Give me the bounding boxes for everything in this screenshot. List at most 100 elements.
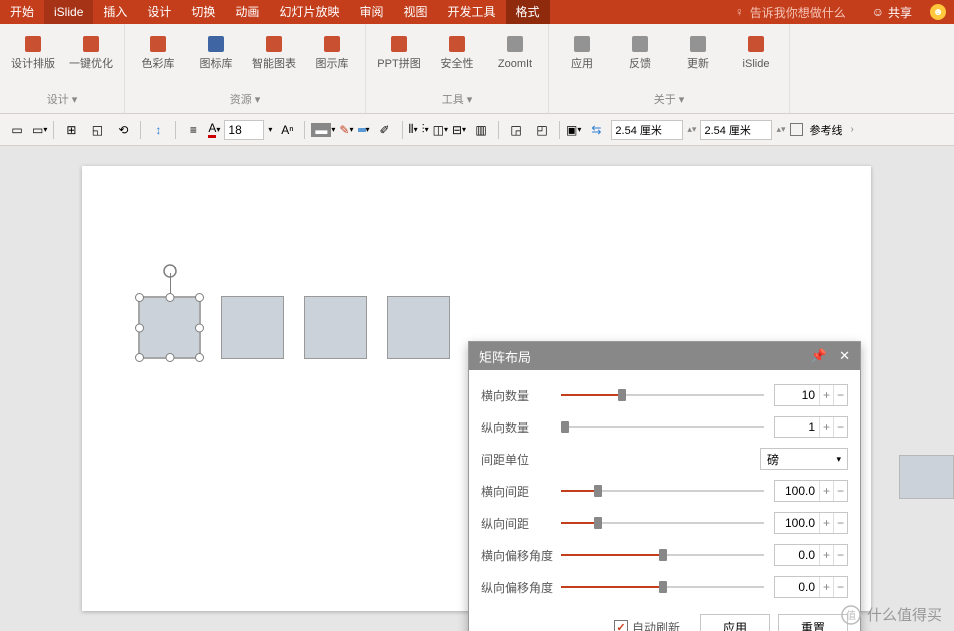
slider[interactable] [561, 387, 764, 403]
close-icon[interactable]: ✕ [839, 348, 850, 364]
arrange-icon[interactable]: ⊞ [60, 119, 82, 141]
flip-icon[interactable]: ⇆ [585, 119, 607, 141]
resize-handle-ne[interactable] [195, 293, 204, 302]
slider[interactable] [561, 547, 764, 563]
step-up-icon[interactable]: + [819, 513, 833, 533]
clear-format-icon[interactable]: Aⁿ [276, 119, 298, 141]
apply-button[interactable]: 应用 [700, 614, 770, 631]
layout-dropdown[interactable]: ▭▾ [32, 123, 47, 137]
step-up-icon[interactable]: + [819, 577, 833, 597]
unit-select[interactable]: 磅▾ [760, 448, 848, 470]
tab-animation[interactable]: 动画 [225, 0, 269, 24]
slider[interactable] [561, 483, 764, 499]
shape-outline-dropdown[interactable]: ✎▾ [339, 123, 353, 137]
slider[interactable] [561, 515, 764, 531]
step-down-icon[interactable]: − [833, 577, 847, 597]
share-button[interactable]: ☺ 共享 [858, 4, 926, 21]
tab-islide[interactable]: iSlide [44, 0, 93, 24]
step-down-icon[interactable]: − [833, 385, 847, 405]
group-icon[interactable]: ◱ [86, 119, 108, 141]
tab-review[interactable]: 审阅 [349, 0, 393, 24]
resize-handle-sw[interactable] [135, 353, 144, 362]
shape-rect-1[interactable] [138, 296, 201, 359]
guides-checkbox[interactable] [790, 123, 803, 136]
ribbon-button-更新[interactable]: 更新 [673, 32, 723, 70]
step-up-icon[interactable]: + [819, 481, 833, 501]
tab-format[interactable]: 格式 [506, 0, 550, 24]
ribbon-label: 安全性 [441, 58, 474, 70]
slider[interactable] [561, 419, 764, 435]
ribbon-button-ZoomIt[interactable]: ZoomIt [490, 32, 540, 70]
split-icon[interactable]: ⊟▾ [452, 123, 466, 137]
step-up-icon[interactable]: + [819, 545, 833, 565]
step-down-icon[interactable]: − [833, 417, 847, 437]
reset-button[interactable]: 重置 [778, 614, 848, 631]
distribute-h-icon[interactable]: ⫴▾ [409, 122, 418, 137]
value-input[interactable]: 100.0+− [774, 512, 848, 534]
shape-rect-4[interactable] [387, 296, 450, 359]
tab-view[interactable]: 视图 [393, 0, 437, 24]
step-up-icon[interactable]: + [819, 417, 833, 437]
tab-start[interactable]: 开始 [0, 0, 44, 24]
resize-handle-e[interactable] [195, 323, 204, 332]
ribbon-button-图标库[interactable]: 图标库 [191, 32, 241, 70]
ribbon-button-设计排版[interactable]: 设计排版 [8, 32, 58, 70]
rotate-handle[interactable] [162, 263, 178, 282]
resize-handle-n[interactable] [165, 293, 174, 302]
height-input[interactable] [611, 120, 683, 140]
pin-icon[interactable]: 📌 [811, 348, 827, 364]
overflow-icon[interactable]: › [851, 124, 854, 135]
resize-handle-se[interactable] [195, 353, 204, 362]
ribbon-button-色彩库[interactable]: 色彩库 [133, 32, 183, 70]
slider[interactable] [561, 579, 764, 595]
auto-refresh-checkbox[interactable]: ✓自动刷新 [614, 619, 680, 631]
ribbon-button-安全性[interactable]: 安全性 [432, 32, 482, 70]
shape-fill2-dropdown[interactable]: ▾ [358, 125, 370, 134]
ribbon-button-一键优化[interactable]: 一键优化 [66, 32, 116, 70]
smiley-icon[interactable]: ☻ [930, 4, 946, 20]
selection-pane-icon[interactable]: ▥ [470, 119, 492, 141]
next-slide-thumb[interactable] [899, 455, 954, 499]
value-input[interactable]: 100.0+− [774, 480, 848, 502]
ribbon-button-应用[interactable]: 应用 [557, 32, 607, 70]
width-input[interactable] [700, 120, 772, 140]
align-left-icon[interactable]: ≡ [182, 119, 204, 141]
shape-rect-2[interactable] [221, 296, 284, 359]
value-input[interactable]: 0.0+− [774, 544, 848, 566]
value-input[interactable]: 10+− [774, 384, 848, 406]
merge-icon[interactable]: ◫▾ [433, 123, 448, 137]
ribbon-button-iSlide[interactable]: iSlide [731, 32, 781, 70]
tab-transition[interactable]: 切换 [181, 0, 225, 24]
step-down-icon[interactable]: − [833, 481, 847, 501]
step-down-icon[interactable]: − [833, 545, 847, 565]
value-input[interactable]: 1+− [774, 416, 848, 438]
resize-handle-nw[interactable] [135, 293, 144, 302]
tab-devtools[interactable]: 开发工具 [437, 0, 505, 24]
crop-icon[interactable]: ▣▾ [566, 123, 581, 137]
value-input[interactable]: 0.0+− [774, 576, 848, 598]
resize-handle-w[interactable] [135, 323, 144, 332]
step-up-icon[interactable]: + [819, 385, 833, 405]
shape-rect-3[interactable] [304, 296, 367, 359]
ribbon-button-PPT拼图[interactable]: PPT拼图 [374, 32, 424, 70]
bring-forward-icon[interactable]: ◲ [505, 119, 527, 141]
ribbon-button-智能图表[interactable]: 智能图表 [249, 32, 299, 70]
send-backward-icon[interactable]: ◰ [531, 119, 553, 141]
align-tool-icon[interactable]: ▭ [6, 119, 28, 141]
ribbon-button-反馈[interactable]: 反馈 [615, 32, 665, 70]
step-down-icon[interactable]: − [833, 513, 847, 533]
tell-me-search[interactable]: ♀ 告诉我你想做什么 [723, 4, 858, 21]
dialog-titlebar[interactable]: 矩阵布局 📌 ✕ [469, 342, 860, 370]
font-color-dropdown[interactable]: A▾ [208, 121, 220, 138]
resize-handle-s[interactable] [165, 353, 174, 362]
distribute-v-icon[interactable]: ⫶▾ [422, 122, 429, 137]
rotate-icon[interactable]: ⟲ [112, 119, 134, 141]
shape-fill-dropdown[interactable]: ▬▾ [311, 123, 335, 137]
tab-insert[interactable]: 插入 [93, 0, 137, 24]
fontsize-input[interactable] [224, 120, 264, 140]
tab-slideshow[interactable]: 幻灯片放映 [269, 0, 349, 24]
eyedropper-icon[interactable]: ✐ [374, 119, 396, 141]
vspacing-icon[interactable]: ↕ [147, 119, 169, 141]
ribbon-button-图示库[interactable]: 图示库 [307, 32, 357, 70]
tab-design[interactable]: 设计 [137, 0, 181, 24]
